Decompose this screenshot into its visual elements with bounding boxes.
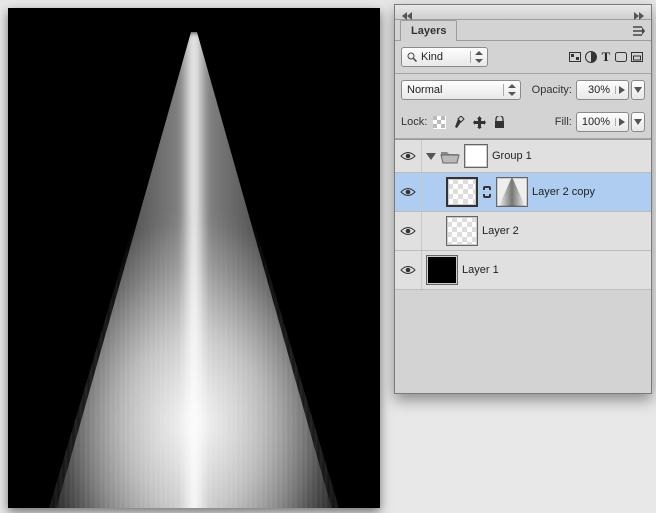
layer-thumb[interactable] <box>426 255 458 285</box>
visibility-toggle[interactable] <box>395 173 422 211</box>
opacity-label: Opacity: <box>532 84 572 96</box>
lock-pixels-icon[interactable] <box>451 114 467 130</box>
blend-mode-value: Normal <box>407 84 442 96</box>
chevron-updown-icon <box>503 84 520 96</box>
chevron-updown-icon <box>470 51 487 63</box>
layer-list-empty <box>396 357 650 392</box>
layer-name[interactable]: Layer 1 <box>462 264 499 276</box>
eye-icon <box>400 264 416 276</box>
layers-panel: Layers Kind T <box>394 4 652 394</box>
layers-tab[interactable]: Layers <box>400 20 457 41</box>
layer-list: Group 1 Layer 2 copy <box>395 139 651 290</box>
visibility-toggle[interactable] <box>395 251 422 289</box>
mask-thumb[interactable] <box>496 177 528 207</box>
layer-thumb[interactable] <box>446 216 478 246</box>
panel-menu-icon[interactable] <box>631 23 647 39</box>
blend-mode-select[interactable]: Normal <box>401 80 521 100</box>
layer-name[interactable]: Group 1 <box>492 150 532 162</box>
eye-icon <box>400 225 416 237</box>
layer-row[interactable]: Layer 2 <box>395 212 651 251</box>
layer-row[interactable]: Layer 1 <box>395 251 651 290</box>
eye-icon <box>400 150 416 162</box>
lock-all-icon[interactable] <box>491 114 507 130</box>
opacity-field[interactable]: 30% <box>576 80 629 100</box>
chevron-down-icon[interactable] <box>426 151 436 161</box>
filter-type-label: Kind <box>421 51 443 63</box>
lock-position-icon[interactable] <box>471 114 487 130</box>
document-canvas[interactable] <box>8 8 380 508</box>
lock-transparency-icon[interactable] <box>431 114 447 130</box>
visibility-toggle[interactable] <box>395 140 422 172</box>
adjustment-filter-icon[interactable] <box>583 49 599 65</box>
layer-row-group[interactable]: Group 1 <box>395 140 651 173</box>
group-mask-thumb[interactable] <box>464 144 488 168</box>
folder-icon <box>440 148 460 164</box>
link-icon[interactable] <box>482 185 492 199</box>
layer-thumb[interactable] <box>446 177 478 207</box>
chevron-right-icon[interactable] <box>615 86 628 94</box>
fill-slider-dropdown[interactable] <box>631 112 645 132</box>
visibility-toggle[interactable] <box>395 212 422 250</box>
search-icon <box>407 52 417 62</box>
opacity-slider-dropdown[interactable] <box>631 80 645 100</box>
light-beam-streaks <box>24 32 364 508</box>
pixel-filter-icon[interactable] <box>567 49 583 65</box>
fill-value: 100% <box>577 116 615 128</box>
chevron-right-icon[interactable] <box>615 118 628 126</box>
fill-field[interactable]: 100% <box>576 112 629 132</box>
shape-filter-icon[interactable] <box>613 49 629 65</box>
type-filter-icon[interactable]: T <box>599 49 613 65</box>
layer-name[interactable]: Layer 2 <box>482 225 519 237</box>
filter-type-select[interactable]: Kind <box>401 47 488 67</box>
layer-name[interactable]: Layer 2 copy <box>532 186 595 198</box>
opacity-value: 30% <box>577 84 615 96</box>
eye-icon <box>400 186 416 198</box>
fill-label: Fill: <box>555 116 572 128</box>
smart-filter-icon[interactable] <box>629 49 645 65</box>
lock-label: Lock: <box>401 116 427 128</box>
layer-row-selected[interactable]: Layer 2 copy <box>395 173 651 212</box>
